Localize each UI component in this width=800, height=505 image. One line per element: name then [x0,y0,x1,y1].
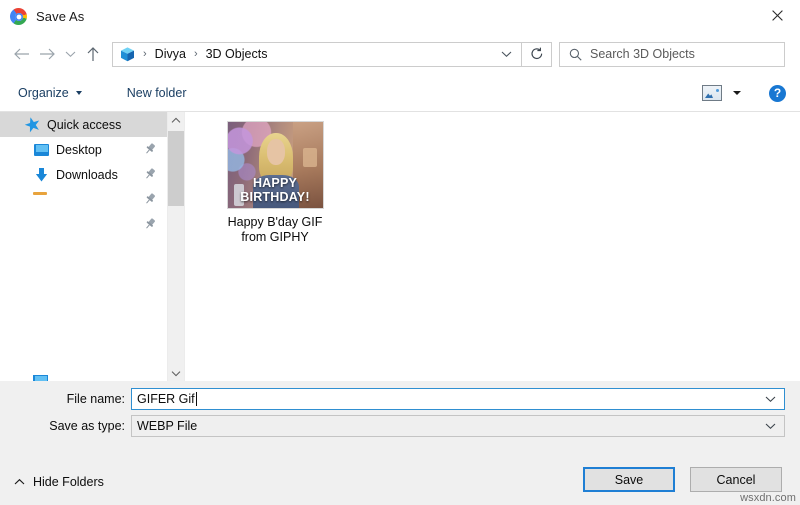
sidebar-item-quick-access[interactable]: Quick access [0,112,167,137]
3d-objects-cube-icon [119,46,136,63]
new-folder-button[interactable]: New folder [123,81,191,105]
pin-icon[interactable] [143,217,157,231]
save-button[interactable]: Save [583,467,675,492]
sidebar-item-label: Downloads [56,167,118,182]
new-folder-label: New folder [126,86,187,100]
address-dropdown-icon[interactable] [501,50,512,58]
file-name-field-label: File name: [66,392,125,406]
scrollbar-thumb[interactable] [168,131,184,206]
pin-icon[interactable] [143,192,157,206]
up-one-level-button[interactable] [80,41,106,67]
file-name-row: File name: GIFER Gif [0,388,800,410]
thumbnail-caption-line1: HAPPY [252,176,298,190]
navigation-pane: Quick access Desktop Downloads [0,112,167,382]
chevron-up-icon [14,478,25,486]
search-icon [569,48,582,61]
sidebar-item-downloads[interactable]: Downloads [0,162,167,187]
chevron-down-icon [75,91,82,95]
save-as-type-field-label: Save as type: [49,419,125,433]
forward-button[interactable] [34,41,60,67]
sidebar-item-partial-icon [33,192,47,195]
dialog-footer: File name: GIFER Gif Save as type: WEBP … [0,381,800,505]
organize-button[interactable]: Organize [14,81,86,105]
sidebar-item-label: Desktop [56,142,102,157]
window-title: Save As [36,9,85,24]
cancel-button[interactable]: Cancel [690,467,782,492]
sidebar-item-clipped[interactable] [0,368,167,382]
breadcrumb-separator: › [143,48,147,60]
organize-label: Organize [18,86,69,100]
refresh-button[interactable] [522,41,552,67]
chevron-down-icon[interactable] [765,395,776,403]
sidebar-item-desktop[interactable]: Desktop [0,137,167,162]
breadcrumb-item-3d-objects[interactable]: 3D Objects [205,47,269,61]
star-icon [24,116,41,133]
back-button[interactable] [8,41,34,67]
file-name-line2: from GIPHY [241,230,309,244]
file-thumbnail: HAPPY BIRTHDAY! [226,121,324,209]
command-toolbar: Organize New folder ? [0,75,800,111]
toolbar-right-group: ? [702,84,786,102]
navigation-pane-scrollbar[interactable] [167,112,184,382]
download-arrow-icon [33,166,50,183]
file-name-label: Happy B'day GIF from GIPHY [216,215,334,245]
desktop-monitor-icon [33,141,50,158]
chevron-down-icon[interactable] [765,422,776,430]
save-as-type-value: WEBP File [137,419,198,433]
recent-locations-button[interactable] [60,41,80,67]
hide-folders-button[interactable]: Hide Folders [14,475,104,489]
sidebar-item-label: Quick access [47,117,122,132]
scroll-down-icon[interactable] [168,365,184,382]
chevron-down-icon[interactable] [733,91,741,95]
text-caret [195,392,197,406]
address-bar[interactable]: › Divya › 3D Objects [112,41,522,67]
scroll-up-icon[interactable] [168,112,184,129]
breadcrumb-separator: › [193,48,198,60]
hide-folders-label: Hide Folders [33,475,104,489]
pin-icon[interactable] [143,142,157,156]
watermark: wsxdn.com [740,492,796,504]
search-input[interactable]: Search 3D Objects [590,47,695,61]
chrome-icon [10,8,27,25]
file-name-input[interactable]: GIFER Gif [131,388,785,410]
help-icon[interactable]: ? [769,84,786,102]
breadcrumb-item-divya[interactable]: Divya [154,47,187,61]
close-icon[interactable] [754,0,800,31]
save-as-type-row: Save as type: WEBP File [0,415,800,437]
file-list[interactable]: HAPPY BIRTHDAY! Happy B'day GIF from GIP… [184,112,800,382]
view-options-icon[interactable] [702,85,722,101]
file-name-value: GIFER Gif [137,392,195,406]
thumbnail-caption-line2: BIRTHDAY! [240,189,310,204]
list-item[interactable]: HAPPY BIRTHDAY! Happy B'day GIF from GIP… [216,121,334,245]
dialog-body: Quick access Desktop Downloads HAPPY BIR… [0,111,800,382]
save-as-type-select[interactable]: WEBP File [131,415,785,437]
search-box[interactable]: Search 3D Objects [559,41,785,67]
file-name-line1: Happy B'day GIF [227,215,323,229]
navigation-bar: › Divya › 3D Objects Search 3D Objects [0,33,800,75]
title-bar: Save As [0,0,800,33]
pin-icon[interactable] [143,167,157,181]
